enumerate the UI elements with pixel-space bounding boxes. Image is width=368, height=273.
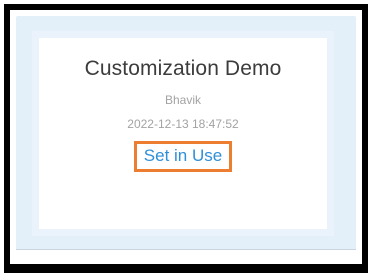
- card-timestamp: 2022-12-13 18:47:52: [127, 117, 239, 131]
- card-author: Bhavik: [164, 93, 202, 107]
- screenshot-frame: Customization Demo Bhavik 2022-12-13 18:…: [4, 4, 368, 273]
- bottom-divider: [16, 249, 356, 250]
- card-title: Customization Demo: [84, 57, 282, 80]
- customization-card[interactable]: Customization Demo Bhavik 2022-12-13 18:…: [32, 31, 334, 236]
- set-in-use-button[interactable]: Set in Use: [133, 141, 233, 172]
- card-action-container: Set in Use: [39, 141, 327, 172]
